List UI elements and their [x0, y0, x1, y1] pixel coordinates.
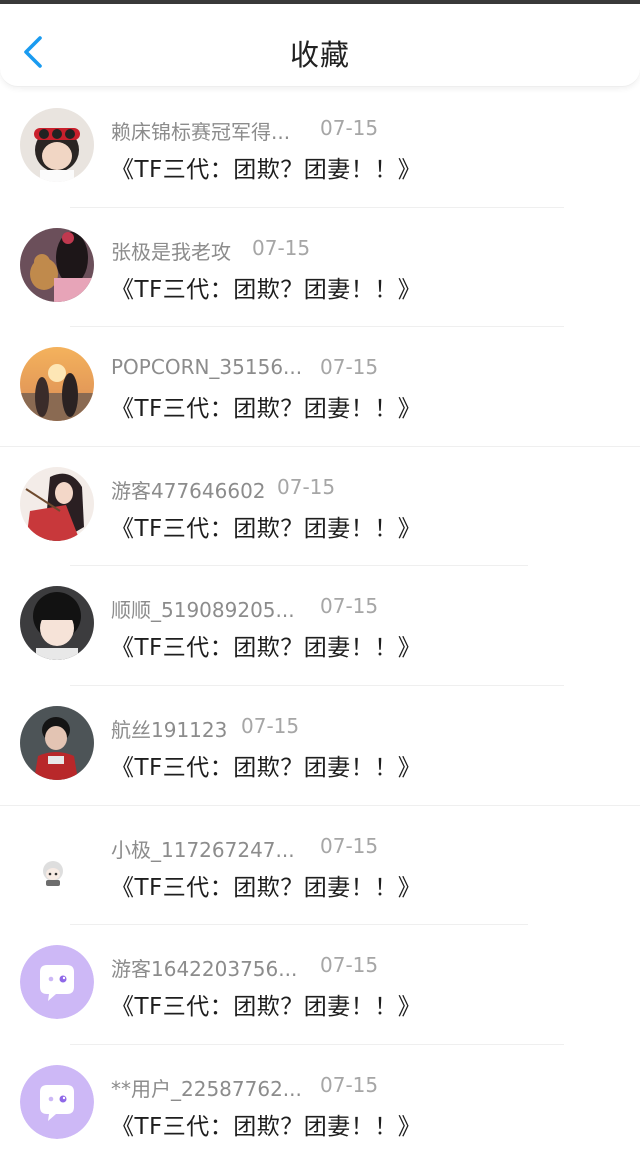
author-name[interactable]: POPCORN_35156...: [111, 355, 302, 379]
author-name[interactable]: **用户_22587762...: [111, 1073, 302, 1102]
timestamp: 07-15: [320, 1072, 379, 1097]
list-item[interactable]: **用户_22587762... 07-15 《TF三代：团欺？团妻！！》: [0, 1045, 640, 1164]
avatar[interactable]: [20, 227, 94, 302]
favorite-title[interactable]: 《TF三代：团欺？团妻！！》: [111, 389, 421, 423]
favorite-title[interactable]: 《TF三代：团欺？团妻！！》: [111, 270, 421, 304]
list-item[interactable]: 顺顺_519089205... 07-15 《TF三代：团欺？团妻！！》: [0, 566, 640, 686]
avatar[interactable]: [20, 347, 94, 422]
avatar[interactable]: [20, 108, 94, 182]
author-name[interactable]: 赖床锦标赛冠军得...: [111, 116, 290, 145]
timestamp: 07-15: [252, 235, 311, 260]
favorite-title[interactable]: 《TF三代：团欺？团妻！！》: [111, 987, 421, 1021]
author-name[interactable]: 游客1642203756...: [111, 953, 297, 982]
favorite-title[interactable]: 《TF三代：团欺？团妻！！》: [111, 509, 421, 543]
avatar[interactable]: [20, 466, 94, 541]
list-item[interactable]: 张极是我老攻 07-15 《TF三代：团欺？团妻！！》: [0, 208, 640, 328]
author-name[interactable]: 游客477646602: [111, 475, 266, 504]
author-name[interactable]: 小极_117267247...: [111, 834, 295, 863]
avatar[interactable]: [20, 705, 94, 780]
avatar[interactable]: [20, 825, 94, 900]
timestamp: 07-15: [320, 116, 379, 140]
favorite-title[interactable]: 《TF三代：团欺？团妻！！》: [111, 1107, 421, 1141]
favorite-title[interactable]: 《TF三代：团欺？团妻！！》: [111, 628, 421, 662]
timestamp: 07-15: [277, 474, 336, 499]
page-title: 收藏: [289, 38, 350, 72]
timestamp: 07-15: [320, 953, 379, 978]
favorite-title[interactable]: 《TF三代：团欺？团妻！！》: [111, 150, 421, 184]
avatar[interactable]: [20, 586, 94, 661]
author-name[interactable]: 顺顺_519089205...: [111, 594, 295, 623]
default-avatar[interactable]: [20, 945, 94, 1020]
favorites-list: 赖床锦标赛冠军得... 07-15 《TF三代：团欺？团妻！！》 张极是我老攻 …: [0, 88, 640, 1164]
list-item[interactable]: 游客477646602 07-15 《TF三代：团欺？团妻！！》: [0, 447, 640, 567]
favorite-title[interactable]: 《TF三代：团欺？团妻！！》: [111, 748, 421, 782]
list-item[interactable]: 航丝191123 07-15 《TF三代：团欺？团妻！！》: [0, 686, 640, 806]
timestamp: 07-15: [320, 594, 379, 619]
list-item[interactable]: 赖床锦标赛冠军得... 07-15 《TF三代：团欺？团妻！！》: [0, 88, 640, 208]
favorite-title[interactable]: 《TF三代：团欺？团妻！！》: [111, 868, 421, 902]
author-name[interactable]: 航丝191123: [111, 714, 227, 743]
default-avatar[interactable]: [20, 1064, 94, 1139]
timestamp: 07-15: [320, 355, 379, 380]
list-item[interactable]: POPCORN_35156... 07-15 《TF三代：团欺？团妻！！》: [0, 327, 640, 447]
list-item[interactable]: 小极_117267247... 07-15 《TF三代：团欺？团妻！！》: [0, 806, 640, 926]
timestamp: 07-15: [241, 713, 300, 738]
author-name[interactable]: 张极是我老攻: [111, 236, 231, 265]
timestamp: 07-15: [320, 833, 379, 858]
list-item[interactable]: 游客1642203756... 07-15 《TF三代：团欺？团妻！！》: [0, 925, 640, 1045]
top-nav-bar: 收藏: [0, 4, 640, 87]
